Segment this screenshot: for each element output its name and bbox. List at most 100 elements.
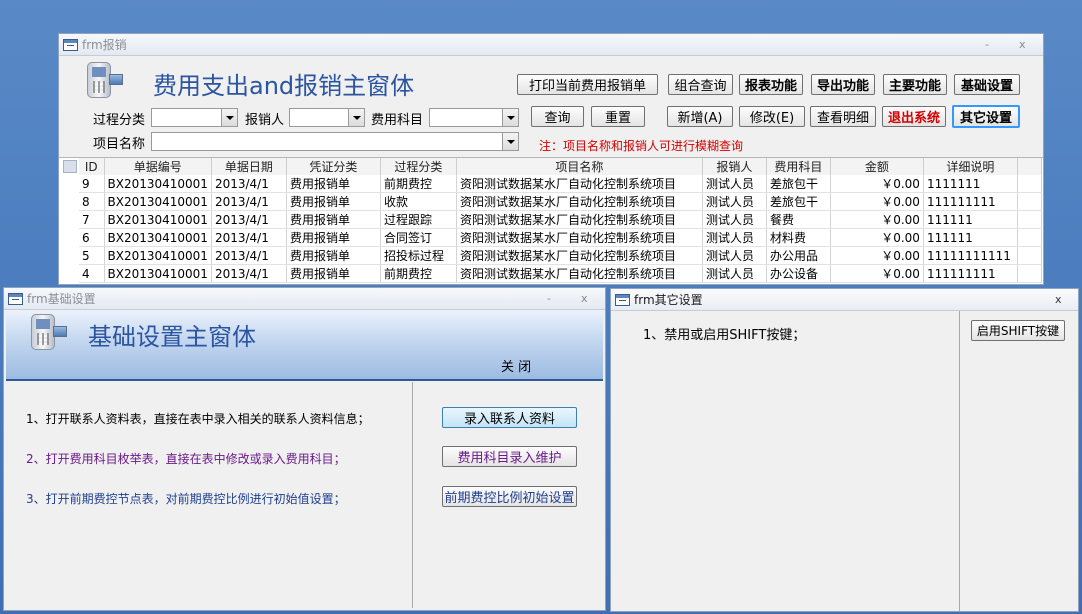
table-cell[interactable]: 111111111 xyxy=(923,192,1018,211)
column-header[interactable]: 金额 xyxy=(830,158,924,175)
query-button[interactable]: 查询 xyxy=(531,106,584,127)
reporter-select[interactable] xyxy=(289,108,365,127)
column-header[interactable]: 过程分类 xyxy=(380,158,457,175)
table-cell[interactable]: 9 xyxy=(79,175,105,193)
table-row[interactable]: 6 BX20130410001 2013/4/1 费用报销单 合同签订 资阳测试数据某水厂… xyxy=(79,228,1042,247)
project-select[interactable] xyxy=(151,132,519,151)
column-header[interactable]: 费用科目 xyxy=(766,158,831,175)
column-header[interactable]: 报销人 xyxy=(702,158,767,175)
table-cell[interactable]: 资阳测试数据某水厂自动化控制系统项目 xyxy=(456,210,703,229)
column-header[interactable]: ID xyxy=(79,158,105,175)
chevron-down-icon[interactable] xyxy=(221,109,237,126)
table-row[interactable]: 4 BX20130410001 2013/4/1 费用报销单 前期费控 资阳测试数据某水厂… xyxy=(79,264,1042,283)
table-cell[interactable]: ￥0.00 xyxy=(830,228,924,247)
table-cell[interactable]: 7 xyxy=(79,210,105,229)
close-button[interactable]: x xyxy=(1019,38,1026,51)
table-cell[interactable]: 费用报销单 xyxy=(286,246,381,265)
table-cell[interactable]: 收款 xyxy=(380,192,457,211)
table-cell[interactable]: 资阳测试数据某水厂自动化控制系统项目 xyxy=(456,264,703,283)
close-form-button[interactable]: 关 闭 xyxy=(501,356,531,375)
table-cell[interactable]: 8 xyxy=(79,192,105,211)
category-select[interactable] xyxy=(429,108,519,127)
table-cell[interactable]: 测试人员 xyxy=(702,264,767,283)
table-cell[interactable]: BX20130410001 xyxy=(104,175,212,193)
table-cell[interactable]: ￥0.00 xyxy=(830,264,924,283)
print-expense-button[interactable]: 打印当前费用报销单 xyxy=(517,74,658,95)
table-cell[interactable]: 过程跟踪 xyxy=(380,210,457,229)
table-cell[interactable]: 1111111 xyxy=(923,175,1018,193)
select-all-corner[interactable] xyxy=(63,160,77,173)
table-cell[interactable]: 2013/4/1 xyxy=(211,192,287,211)
table-cell[interactable]: ￥0.00 xyxy=(830,192,924,211)
column-header[interactable]: 详细说明 xyxy=(923,158,1018,175)
table-cell[interactable]: 费用报销单 xyxy=(286,192,381,211)
add-button[interactable]: 新增(A) xyxy=(667,106,733,127)
table-cell[interactable]: 2013/4/1 xyxy=(211,264,287,283)
table-row[interactable]: 7 BX20130410001 2013/4/1 费用报销单 过程跟踪 资阳测试数据某水厂… xyxy=(79,210,1042,229)
chevron-down-icon[interactable] xyxy=(502,133,518,150)
table-cell[interactable]: BX20130410001 xyxy=(104,246,212,265)
table-cell[interactable]: 费用报销单 xyxy=(286,228,381,247)
chevron-down-icon[interactable] xyxy=(348,109,364,126)
close-button[interactable]: x xyxy=(581,292,588,305)
table-row[interactable]: 8 BX20130410001 2013/4/1 费用报销单 收款 资阳测试数据某水厂自动… xyxy=(79,192,1042,211)
column-header[interactable]: 项目名称 xyxy=(456,158,703,175)
table-cell[interactable]: 费用报销单 xyxy=(286,175,381,193)
table-cell[interactable]: 2013/4/1 xyxy=(211,175,287,193)
table-cell[interactable]: 资阳测试数据某水厂自动化控制系统项目 xyxy=(456,228,703,247)
table-cell[interactable]: 合同签订 xyxy=(380,228,457,247)
cost-control-init-button[interactable]: 前期费控比例初始设置 xyxy=(442,486,577,507)
table-cell[interactable]: ￥0.00 xyxy=(830,210,924,229)
table-cell[interactable]: 办公用品 xyxy=(766,246,831,265)
minimize-button[interactable]: - xyxy=(547,292,551,305)
other-settings-button[interactable]: 其它设置 xyxy=(952,105,1020,128)
main-window-titlebar[interactable]: frm报销 - x xyxy=(59,34,1043,56)
table-cell[interactable]: 测试人员 xyxy=(702,228,767,247)
combined-query-button[interactable]: 组合查询 xyxy=(668,74,733,95)
table-cell[interactable]: 6 xyxy=(79,228,105,247)
maintain-categories-button[interactable]: 费用科目录入维护 xyxy=(442,446,577,467)
table-cell[interactable]: 差旅包干 xyxy=(766,175,831,193)
basic-settings-button[interactable]: 基础设置 xyxy=(954,74,1020,95)
table-cell[interactable]: 差旅包干 xyxy=(766,192,831,211)
table-cell[interactable]: 办公设备 xyxy=(766,264,831,283)
column-header[interactable]: 凭证分类 xyxy=(286,158,381,175)
table-cell[interactable]: 资阳测试数据某水厂自动化控制系统项目 xyxy=(456,246,703,265)
process-select[interactable] xyxy=(151,108,238,127)
table-cell[interactable]: 2013/4/1 xyxy=(211,210,287,229)
table-cell[interactable]: ￥0.00 xyxy=(830,175,924,193)
exit-system-button[interactable]: 退出系统 xyxy=(882,106,946,127)
reset-button[interactable]: 重置 xyxy=(591,106,645,127)
enter-contacts-button[interactable]: 录入联系人资料 xyxy=(442,407,577,428)
table-cell[interactable]: 费用报销单 xyxy=(286,210,381,229)
table-cell[interactable]: 4 xyxy=(79,264,105,283)
view-details-button[interactable]: 查看明细 xyxy=(810,106,876,127)
table-cell[interactable]: 餐费 xyxy=(766,210,831,229)
table-cell[interactable]: 测试人员 xyxy=(702,192,767,211)
table-cell[interactable]: 测试人员 xyxy=(702,175,767,193)
table-cell[interactable]: BX20130410001 xyxy=(104,264,212,283)
column-header[interactable]: 单据编号 xyxy=(104,158,212,175)
table-cell[interactable]: BX20130410001 xyxy=(104,210,212,229)
table-cell[interactable]: 2013/4/1 xyxy=(211,228,287,247)
table-cell[interactable]: 111111 xyxy=(923,228,1018,247)
table-cell[interactable]: ￥0.00 xyxy=(830,246,924,265)
table-cell[interactable]: 材料费 xyxy=(766,228,831,247)
main-functions-button[interactable]: 主要功能 xyxy=(883,74,947,95)
table-cell[interactable]: 招投标过程 xyxy=(380,246,457,265)
table-cell[interactable]: 费用报销单 xyxy=(286,264,381,283)
table-cell[interactable]: 2013/4/1 xyxy=(211,246,287,265)
enable-shift-button[interactable]: 启用SHIFT按键 xyxy=(971,320,1065,341)
minimize-button[interactable]: - xyxy=(985,38,989,51)
table-cell[interactable]: 资阳测试数据某水厂自动化控制系统项目 xyxy=(456,175,703,193)
table-cell[interactable]: 资阳测试数据某水厂自动化控制系统项目 xyxy=(456,192,703,211)
table-cell[interactable]: 前期费控 xyxy=(380,264,457,283)
table-cell[interactable]: 11111111111 xyxy=(923,246,1018,265)
table-cell[interactable]: BX20130410001 xyxy=(104,228,212,247)
table-cell[interactable]: 前期费控 xyxy=(380,175,457,193)
chevron-down-icon[interactable] xyxy=(502,109,518,126)
table-row[interactable]: 9 BX20130410001 2013/4/1 费用报销单 前期费控 资阳测试数据某水厂… xyxy=(79,175,1042,193)
table-cell[interactable]: 测试人员 xyxy=(702,210,767,229)
export-button[interactable]: 导出功能 xyxy=(811,74,875,95)
column-header[interactable]: 单据日期 xyxy=(211,158,287,175)
